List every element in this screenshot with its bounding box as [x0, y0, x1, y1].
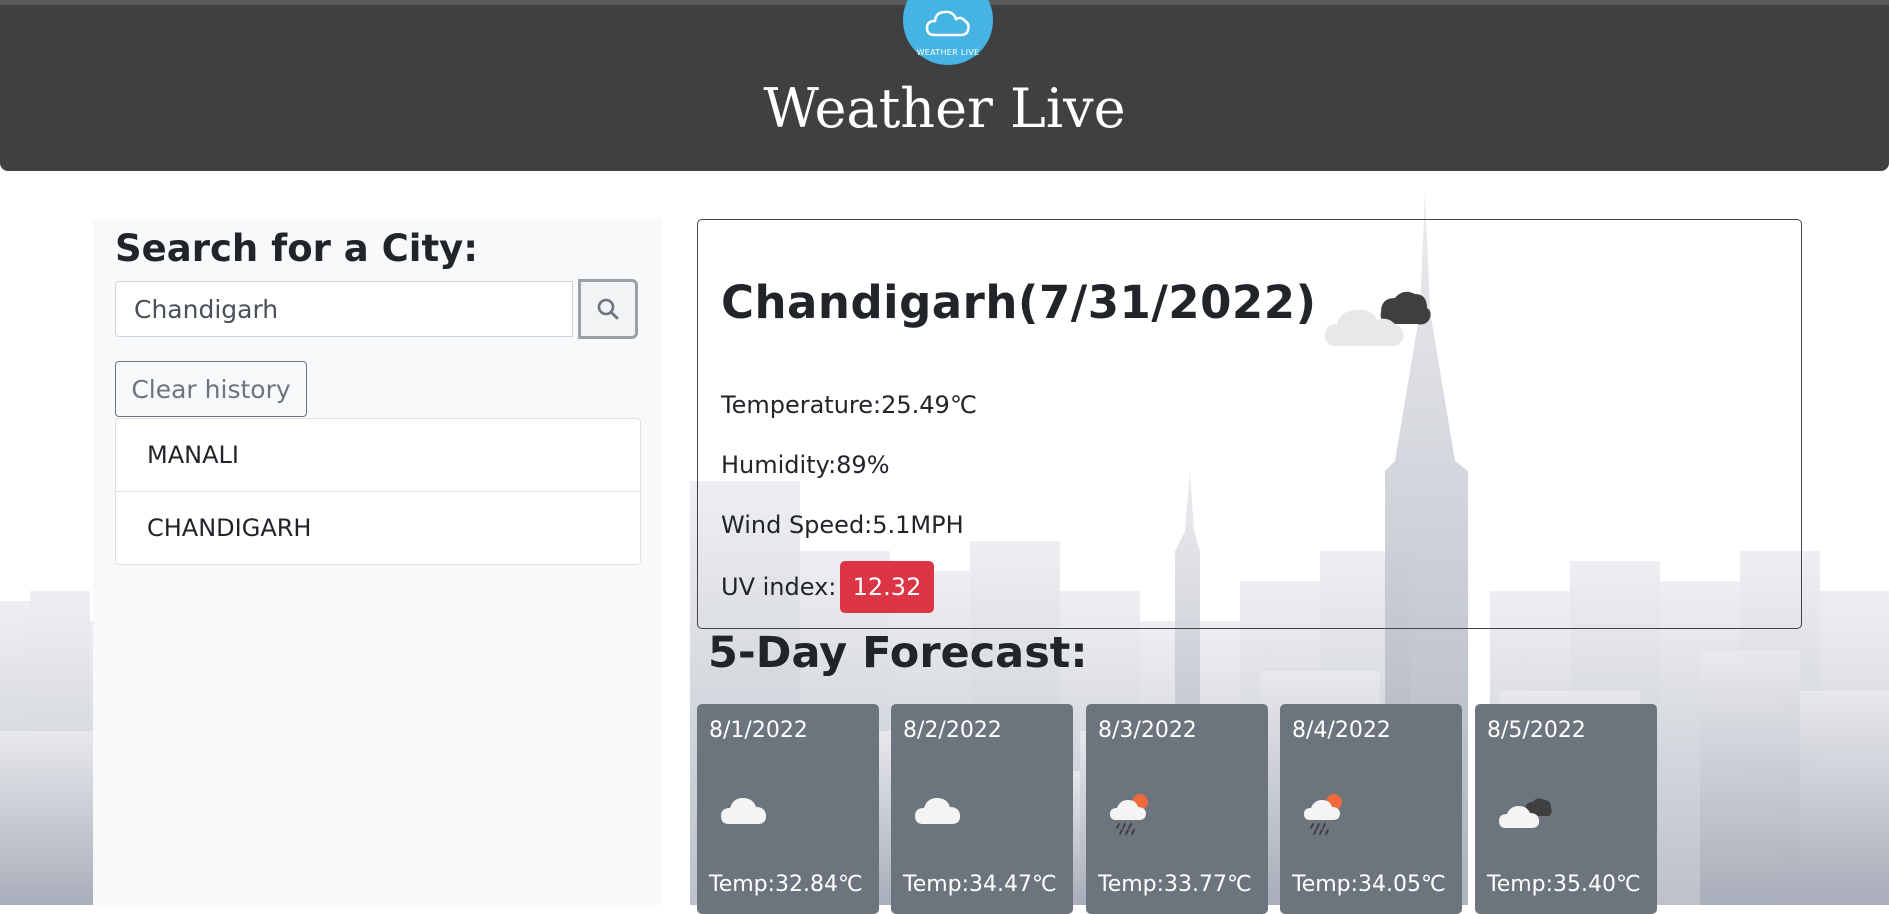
forecast-temp: Temp:34.47℃	[903, 872, 1057, 897]
search-heading: Search for a City:	[115, 227, 479, 270]
rain-sun-icon	[1110, 794, 1148, 835]
current-city-title: Chandigarh(7/31/2022)	[721, 276, 1317, 329]
forecast-card: 8/4/2022 Temp:34.05℃	[1280, 704, 1462, 914]
uv-index-label: UV index:	[721, 573, 837, 601]
search-button[interactable]	[578, 279, 638, 339]
current-weather-card: Chandigarh(7/31/2022) Temperature:25.49℃…	[697, 219, 1802, 629]
search-input[interactable]	[115, 281, 573, 337]
app-logo: WEATHER LIVE	[903, 0, 993, 65]
search-history-list: MANALI CHANDIGARH	[115, 418, 641, 565]
temperature-text: Temperature:25.49℃	[721, 391, 977, 419]
app-header: WEATHER LIVE Weather Live	[0, 0, 1889, 171]
cloudy-night-icon	[1325, 291, 1431, 346]
logo-text: WEATHER LIVE	[916, 48, 980, 57]
uv-index-badge: 12.32	[840, 561, 934, 613]
forecast-date: 8/3/2022	[1098, 718, 1197, 743]
search-icon	[597, 298, 619, 320]
page-title: Weather Live	[763, 77, 1126, 140]
search-sidebar: Search for a City: Clear history MANALI …	[93, 219, 662, 905]
forecast-date: 8/5/2022	[1487, 718, 1586, 743]
forecast-temp: Temp:34.05℃	[1292, 872, 1446, 897]
wind-speed-text: Wind Speed:5.1MPH	[721, 511, 964, 539]
cloud-logo-icon	[925, 10, 970, 37]
humidity-text: Humidity:89%	[721, 451, 890, 479]
rain-sun-icon	[1304, 794, 1342, 835]
forecast-temp: Temp:33.77℃	[1098, 872, 1252, 897]
forecast-card: 8/3/2022 Temp:33.77℃	[1086, 704, 1268, 914]
cloudy-night-icon	[1499, 798, 1552, 828]
forecast-temp: Temp:35.40℃	[1487, 872, 1641, 897]
forecast-card: 8/5/2022 Temp:35.40℃	[1475, 704, 1657, 914]
history-item-manali[interactable]: MANALI	[116, 419, 640, 492]
forecast-card: 8/2/2022 Temp:34.47℃	[891, 704, 1073, 914]
forecast-card: 8/1/2022 Temp:32.84℃	[697, 704, 879, 914]
clear-history-button[interactable]: Clear history	[115, 361, 307, 417]
history-item-chandigarh[interactable]: CHANDIGARH	[116, 492, 640, 564]
forecast-date: 8/4/2022	[1292, 718, 1391, 743]
cloud-icon	[721, 798, 767, 824]
forecast-heading: 5-Day Forecast:	[708, 628, 1088, 678]
forecast-date: 8/1/2022	[709, 718, 808, 743]
cloud-icon	[915, 798, 961, 824]
forecast-temp: Temp:32.84℃	[709, 872, 863, 897]
forecast-date: 8/2/2022	[903, 718, 1002, 743]
